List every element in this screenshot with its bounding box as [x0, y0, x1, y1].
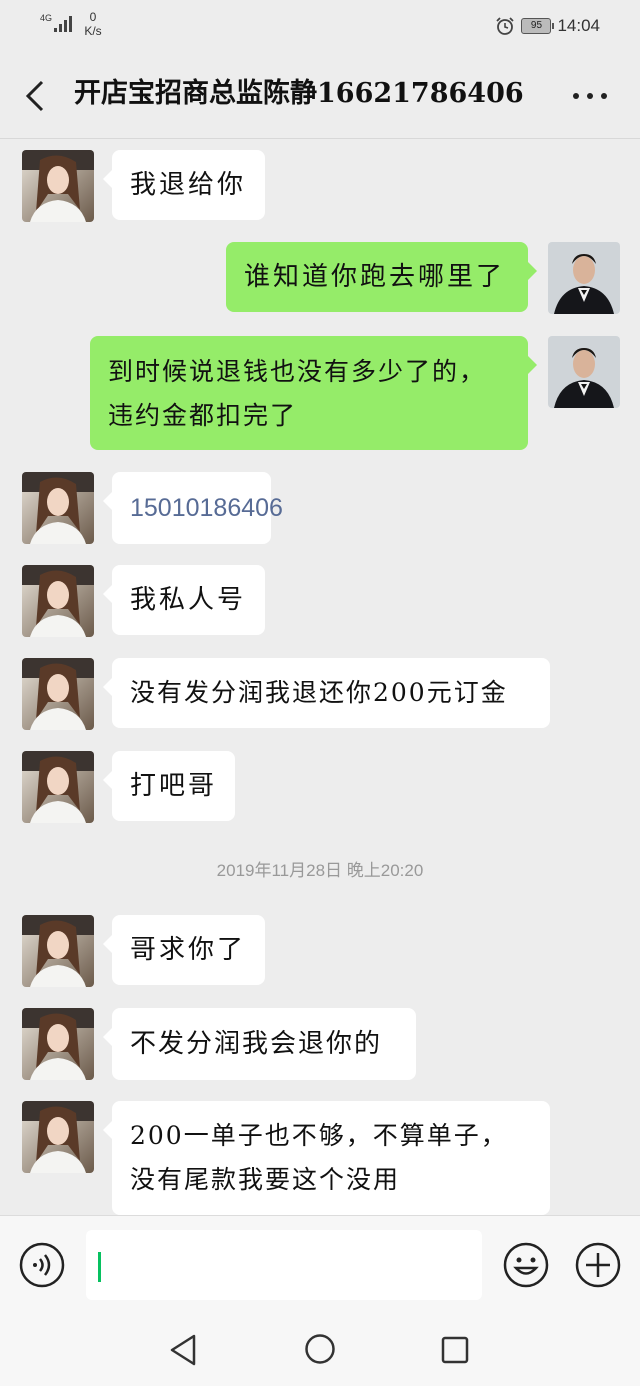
phone-number-link[interactable]: 15010186406 [130, 494, 283, 522]
message-line: 违约金都扣完了 [108, 401, 298, 430]
message-text: 哥求你了 [130, 935, 247, 965]
message-bubble[interactable]: 到时候说退钱也没有多少了的， 违约金都扣完了 [90, 336, 537, 450]
contact-avatar[interactable] [22, 472, 94, 544]
message-bubble[interactable]: 我私人号 [103, 565, 265, 635]
text-caret [98, 1252, 101, 1282]
message-line: 到时候说退钱也没有多少了的， [108, 357, 487, 386]
net-speed-value: 0 [89, 10, 97, 24]
message-bubble[interactable]: 200一单子也不够，不算单子， 没有尾款我要这个没用 [103, 1101, 550, 1215]
my-avatar[interactable] [548, 242, 620, 314]
message-bubble[interactable]: 15010186406 [103, 472, 283, 544]
contact-avatar[interactable] [22, 1008, 94, 1080]
contact-avatar[interactable] [22, 751, 94, 823]
message-bubble[interactable]: 我退给你 [103, 150, 265, 220]
battery-icon: 95 [521, 18, 555, 34]
nav-back-icon[interactable] [168, 1333, 198, 1367]
chevron-left-icon[interactable] [22, 78, 50, 114]
message-text: 打吧哥 [130, 771, 218, 801]
system-nav-bar [0, 1315, 640, 1386]
my-avatar[interactable] [548, 336, 620, 408]
message-bubble[interactable]: 哥求你了 [103, 915, 265, 985]
message-text: 不发分润我会退你的 [130, 1029, 383, 1059]
chat-header: 开店宝招商总监陈静16621786406 [0, 54, 640, 138]
message-bubble[interactable]: 不发分润我会退你的 [103, 1008, 416, 1080]
clock: 14:04 [557, 16, 600, 35]
network-type: 4G [40, 13, 53, 23]
header-divider [0, 138, 640, 139]
net-speed-unit: K/s [84, 24, 102, 38]
message-bubble[interactable]: 没有发分润我退还你200元订金 [103, 658, 550, 728]
contact-avatar[interactable] [22, 150, 94, 222]
plus-circle-icon[interactable] [574, 1241, 622, 1289]
alarm-icon [496, 17, 515, 35]
contact-avatar[interactable] [22, 565, 94, 637]
status-right: 95 14:04 [495, 16, 600, 36]
chat-title: 开店宝招商总监陈静16621786406 [74, 78, 524, 109]
message-bubble[interactable]: 打吧哥 [103, 751, 235, 821]
message-input[interactable] [86, 1230, 482, 1300]
voice-icon[interactable] [18, 1241, 66, 1289]
message-bubble[interactable]: 谁知道你跑去哪里了 [226, 242, 537, 312]
net-speed: 0 K/s [82, 10, 104, 38]
message-line: 200一单子也不够，不算单子， [130, 1121, 508, 1150]
message-line: 没有尾款我要这个没用 [130, 1165, 401, 1194]
contact-avatar[interactable] [22, 915, 94, 987]
emoji-icon[interactable] [502, 1241, 550, 1289]
input-bar [0, 1215, 640, 1316]
contact-avatar[interactable] [22, 658, 94, 730]
signal-icon [54, 16, 72, 32]
nav-home-icon[interactable] [304, 1333, 336, 1365]
more-dots-icon[interactable] [570, 84, 610, 108]
message-text: 我私人号 [130, 585, 247, 615]
contact-avatar[interactable] [22, 1101, 94, 1173]
status-bar: 4G 0 K/s 95 14:04 [0, 0, 640, 54]
chat-timestamp: 2019年11月28日 晚上20:20 [216, 861, 424, 880]
message-text: 没有发分润我退还你200元订金 [130, 678, 508, 707]
message-text: 我退给你 [130, 170, 247, 200]
message-text: 谁知道你跑去哪里了 [244, 262, 506, 292]
nav-recent-icon[interactable] [440, 1335, 470, 1365]
